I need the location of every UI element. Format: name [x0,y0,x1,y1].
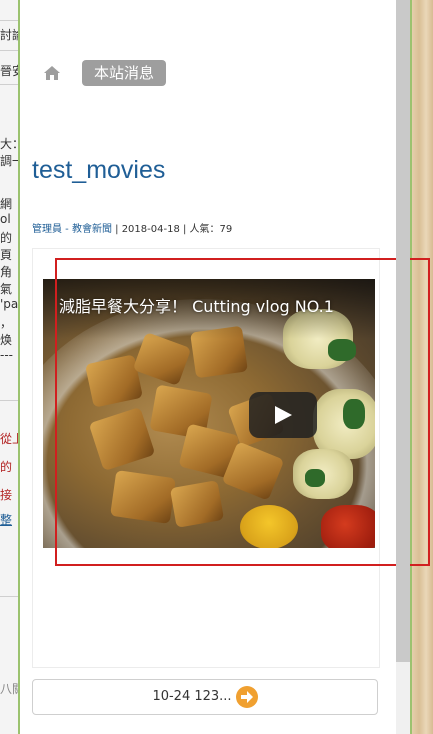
post-meta-info: | 2018-04-18 | 人氣：79 [111,224,233,235]
background-text: 的 [0,231,13,245]
background-text: 晉安 [0,64,18,78]
background-text: 氣 [0,282,13,296]
divider [0,20,18,21]
background-page-left: 討論 晉安 大： 調一 網 ol 的 頁 角 氣 'pa ， 焕 --- 從上 … [0,0,20,734]
background-text: 頁 [0,248,13,262]
background-link[interactable]: 整 [0,511,18,528]
divider [0,50,18,51]
author-link[interactable]: 管理員 - 教會新聞 [32,224,112,235]
highlight-box [55,258,430,566]
background-text: --- [0,348,13,362]
pagination-button[interactable]: 10-24 123... [32,679,378,715]
background-text: 討論 [0,28,18,42]
background-text: ol [0,212,11,226]
background-text: ， [0,316,13,330]
divider [0,84,18,85]
scrollbar-thumb[interactable] [396,0,410,662]
background-text: 調一 [0,154,18,168]
background-text: 角 [0,265,13,279]
pagination-label: 10-24 123... [152,689,232,704]
scrollbar[interactable] [396,0,410,734]
background-link[interactable]: 接 [0,486,18,503]
divider [0,596,18,597]
background-text: 網 [0,197,13,211]
background-link[interactable]: 的 [0,458,18,475]
breadcrumb-current[interactable]: 本站消息 [82,60,167,86]
home-icon[interactable] [43,64,61,82]
background-text: 焕 [0,333,13,347]
post-meta: 管理員 - 教會新聞 | 2018-04-18 | 人氣：79 [32,220,232,235]
next-arrow-icon [235,685,258,708]
page-title: test_movies [32,156,166,184]
background-text: 大： [0,137,18,151]
background-link[interactable]: 從上 [0,430,18,447]
background-text: 'pa [0,297,18,311]
background-text: 八關 [0,682,18,696]
divider [0,400,18,401]
